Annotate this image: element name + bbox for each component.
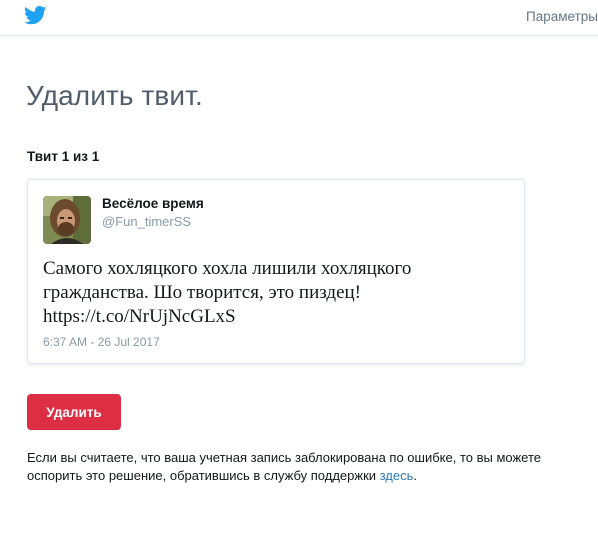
tweet-text-line: гражданства. Шо творится, это пиздец! xyxy=(43,282,361,303)
support-link[interactable]: здесь xyxy=(380,468,414,483)
top-bar: Параметры xyxy=(0,0,598,36)
tweet-text-line: Самого хохляцкого хохла лишили хохляцког… xyxy=(43,258,412,279)
appeal-text-body: Если вы считаете, что ваша учетная запис… xyxy=(27,450,542,483)
screen-name[interactable]: @Fun_timerSS xyxy=(102,214,191,229)
appeal-text-end: . xyxy=(413,468,418,483)
user-avatar[interactable] xyxy=(43,196,91,244)
tweet-count-label: Твит 1 из 1 xyxy=(27,149,100,164)
tweet-card: Весёлое время @Fun_timerSS Самого хохляц… xyxy=(27,179,525,364)
delete-button[interactable]: Удалить xyxy=(27,394,121,430)
avatar-image xyxy=(43,196,91,244)
tweet-timestamp: 6:37 AM - 26 Jul 2017 xyxy=(43,335,160,349)
display-name[interactable]: Весёлое время xyxy=(102,196,204,211)
appeal-text: Если вы считаете, что ваша учетная запис… xyxy=(27,449,592,485)
page-title: Удалить твит. xyxy=(26,80,203,111)
tweet-link[interactable]: https://t.co/NrUjNcGLxS xyxy=(43,306,236,327)
tweet-text: Самого хохляцкого хохла лишили хохляцког… xyxy=(43,257,513,329)
settings-link[interactable]: Параметры xyxy=(526,9,598,24)
twitter-bird-icon[interactable] xyxy=(24,6,47,25)
